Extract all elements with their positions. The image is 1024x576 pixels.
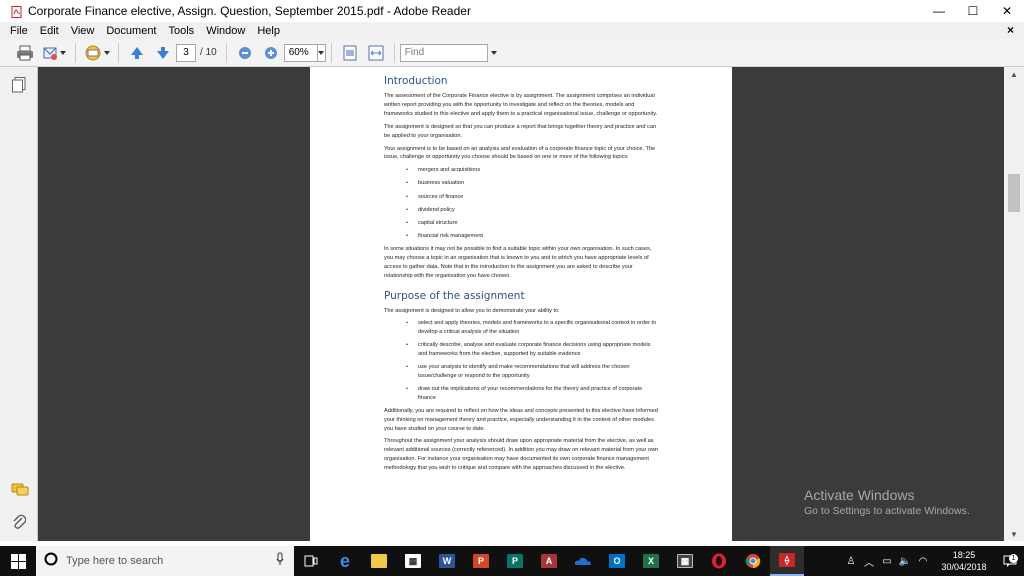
toolbar: 3 / 10 60% Find — [0, 39, 1024, 67]
powerpoint-icon[interactable]: P — [464, 546, 498, 576]
menu-document[interactable]: Document — [100, 25, 162, 37]
menu-view[interactable]: View — [65, 25, 101, 37]
email-attach-icon[interactable] — [40, 42, 68, 64]
windows-taskbar: Type here to search e ▦ W P P A O X ▦ ⟠ … — [0, 546, 1024, 576]
maximize-button[interactable]: ☐ — [956, 0, 990, 22]
chrome-icon[interactable] — [736, 546, 770, 576]
find-input[interactable]: Find — [399, 43, 488, 62]
onedrive-icon[interactable] — [566, 546, 600, 576]
action-center-icon[interactable]: 1 — [996, 554, 1024, 567]
topics-list: mergers and acquisitions business valuat… — [406, 166, 732, 240]
task-view-icon[interactable] — [294, 546, 328, 576]
topic-item: business valuation — [406, 179, 660, 188]
volume-icon[interactable]: 🔈 — [896, 556, 914, 567]
collaborate-icon[interactable] — [83, 42, 111, 64]
store-icon[interactable]: ▦ — [396, 546, 430, 576]
intro-paragraph: The assignment is designed so that you c… — [384, 123, 657, 139]
menu-window[interactable]: Window — [200, 25, 251, 37]
clock[interactable]: 18:25 30/04/2018 — [936, 549, 992, 573]
menu-help[interactable]: Help — [251, 25, 286, 37]
taskbar-search-box[interactable]: Type here to search — [36, 546, 294, 576]
fit-width-icon[interactable] — [365, 42, 387, 64]
next-page-icon[interactable] — [152, 42, 174, 64]
title-bar: Corporate Finance elective, Assign. Ques… — [0, 0, 1024, 22]
zoom-in-icon[interactable] — [260, 42, 282, 64]
activate-windows-watermark: Activate Windows Go to Settings to activ… — [804, 487, 970, 517]
outlook-icon[interactable]: O — [600, 546, 634, 576]
zoom-out-icon[interactable] — [234, 42, 256, 64]
search-placeholder: Type here to search — [66, 555, 164, 567]
intro-paragraph: In some situations it may not be possibl… — [384, 245, 652, 279]
clock-time: 18:25 — [952, 550, 976, 560]
access-icon[interactable]: A — [532, 546, 566, 576]
edge-browser-icon[interactable]: e — [328, 546, 362, 576]
purpose-item: select and apply theories, models and fr… — [406, 319, 660, 337]
purpose-paragraph: Throughout the assignment your analysis … — [384, 438, 659, 472]
heading-introduction: Introduction — [384, 75, 448, 87]
close-document-button[interactable]: × — [1007, 23, 1014, 37]
file-explorer-icon[interactable] — [362, 546, 396, 576]
menu-file[interactable]: File — [0, 25, 34, 37]
attachments-icon[interactable] — [12, 513, 27, 534]
pages-icon[interactable] — [12, 77, 26, 98]
topic-item: sources of finance — [406, 193, 660, 202]
purpose-item: use your analysis to identify and make r… — [406, 363, 660, 381]
scrollbar-thumb[interactable] — [1008, 174, 1020, 212]
intro-paragraph: Your assignment is to be based on an ana… — [384, 145, 656, 161]
previous-page-icon[interactable] — [126, 42, 148, 64]
adobe-reader-icon[interactable]: ⟠ — [770, 546, 804, 576]
topic-item: dividend policy — [406, 206, 660, 215]
windows-start-icon[interactable] — [0, 546, 36, 576]
menu-bar: File Edit View Document Tools Window Hel… — [0, 22, 1024, 39]
menu-tools[interactable]: Tools — [163, 25, 201, 37]
topic-item: financial risk management — [406, 232, 660, 241]
minimize-button[interactable]: — — [922, 0, 956, 22]
close-window-button[interactable]: ✕ — [990, 0, 1024, 22]
navigation-panel — [0, 67, 38, 541]
opera-icon[interactable] — [702, 546, 736, 576]
heading-purpose: Purpose of the assignment — [384, 289, 525, 302]
wifi-icon[interactable]: ◠ — [914, 556, 932, 567]
purpose-list: select and apply theories, models and fr… — [406, 319, 732, 402]
purpose-item: critically describe, analyse and evaluat… — [406, 341, 660, 359]
purpose-paragraph: The assignment is designed to allow you … — [384, 307, 560, 314]
cortana-circle-icon — [44, 552, 58, 571]
page-number-input[interactable]: 3 — [176, 43, 196, 62]
microphone-icon[interactable] — [276, 552, 284, 571]
purpose-item: draw out the implications of your recomm… — [406, 385, 660, 403]
topic-item: capital structure — [406, 219, 660, 228]
excel-icon[interactable]: X — [634, 546, 668, 576]
purpose-paragraph: Additionally, you are required to reflec… — [384, 407, 658, 432]
publisher-icon[interactable]: P — [498, 546, 532, 576]
topic-item: mergers and acquisitions — [406, 166, 660, 175]
people-icon[interactable]: ♙ — [842, 556, 860, 567]
show-hidden-icons-icon[interactable]: ︿ — [860, 554, 878, 569]
pdf-page: Introduction The assessment of the Corpo… — [310, 67, 732, 541]
word-icon[interactable]: W — [430, 546, 464, 576]
page-total: / 10 — [200, 47, 217, 58]
menu-edit[interactable]: Edit — [34, 25, 65, 37]
document-viewer[interactable]: Introduction The assessment of the Corpo… — [38, 67, 1004, 541]
watermark-subtitle: Go to Settings to activate Windows. — [804, 505, 970, 517]
print-icon[interactable] — [14, 42, 36, 64]
notification-count: 1 — [1009, 554, 1018, 563]
zoom-dropdown-arrow[interactable] — [317, 43, 326, 62]
zoom-level-input[interactable]: 60% — [283, 43, 318, 62]
clock-date: 30/04/2018 — [941, 562, 987, 572]
pdf-file-icon — [11, 5, 23, 18]
comments-icon[interactable] — [11, 483, 29, 502]
scroll-up-icon[interactable]: ▲ — [1004, 67, 1024, 81]
watermark-title: Activate Windows — [804, 487, 915, 503]
fit-page-icon[interactable] — [339, 42, 361, 64]
system-tray: ♙ ︿ ▭ 🔈 ◠ 18:25 30/04/2018 1 — [842, 546, 1024, 576]
vertical-scrollbar[interactable]: ▲ ▼ — [1004, 67, 1024, 541]
calculator-icon[interactable]: ▦ — [668, 546, 702, 576]
scroll-down-icon[interactable]: ▼ — [1004, 527, 1024, 541]
find-dropdown-arrow[interactable] — [490, 50, 497, 55]
window-title: Corporate Finance elective, Assign. Ques… — [28, 4, 471, 18]
battery-icon[interactable]: ▭ — [878, 556, 896, 567]
intro-paragraph: The assessment of the Corporate Finance … — [384, 93, 658, 117]
